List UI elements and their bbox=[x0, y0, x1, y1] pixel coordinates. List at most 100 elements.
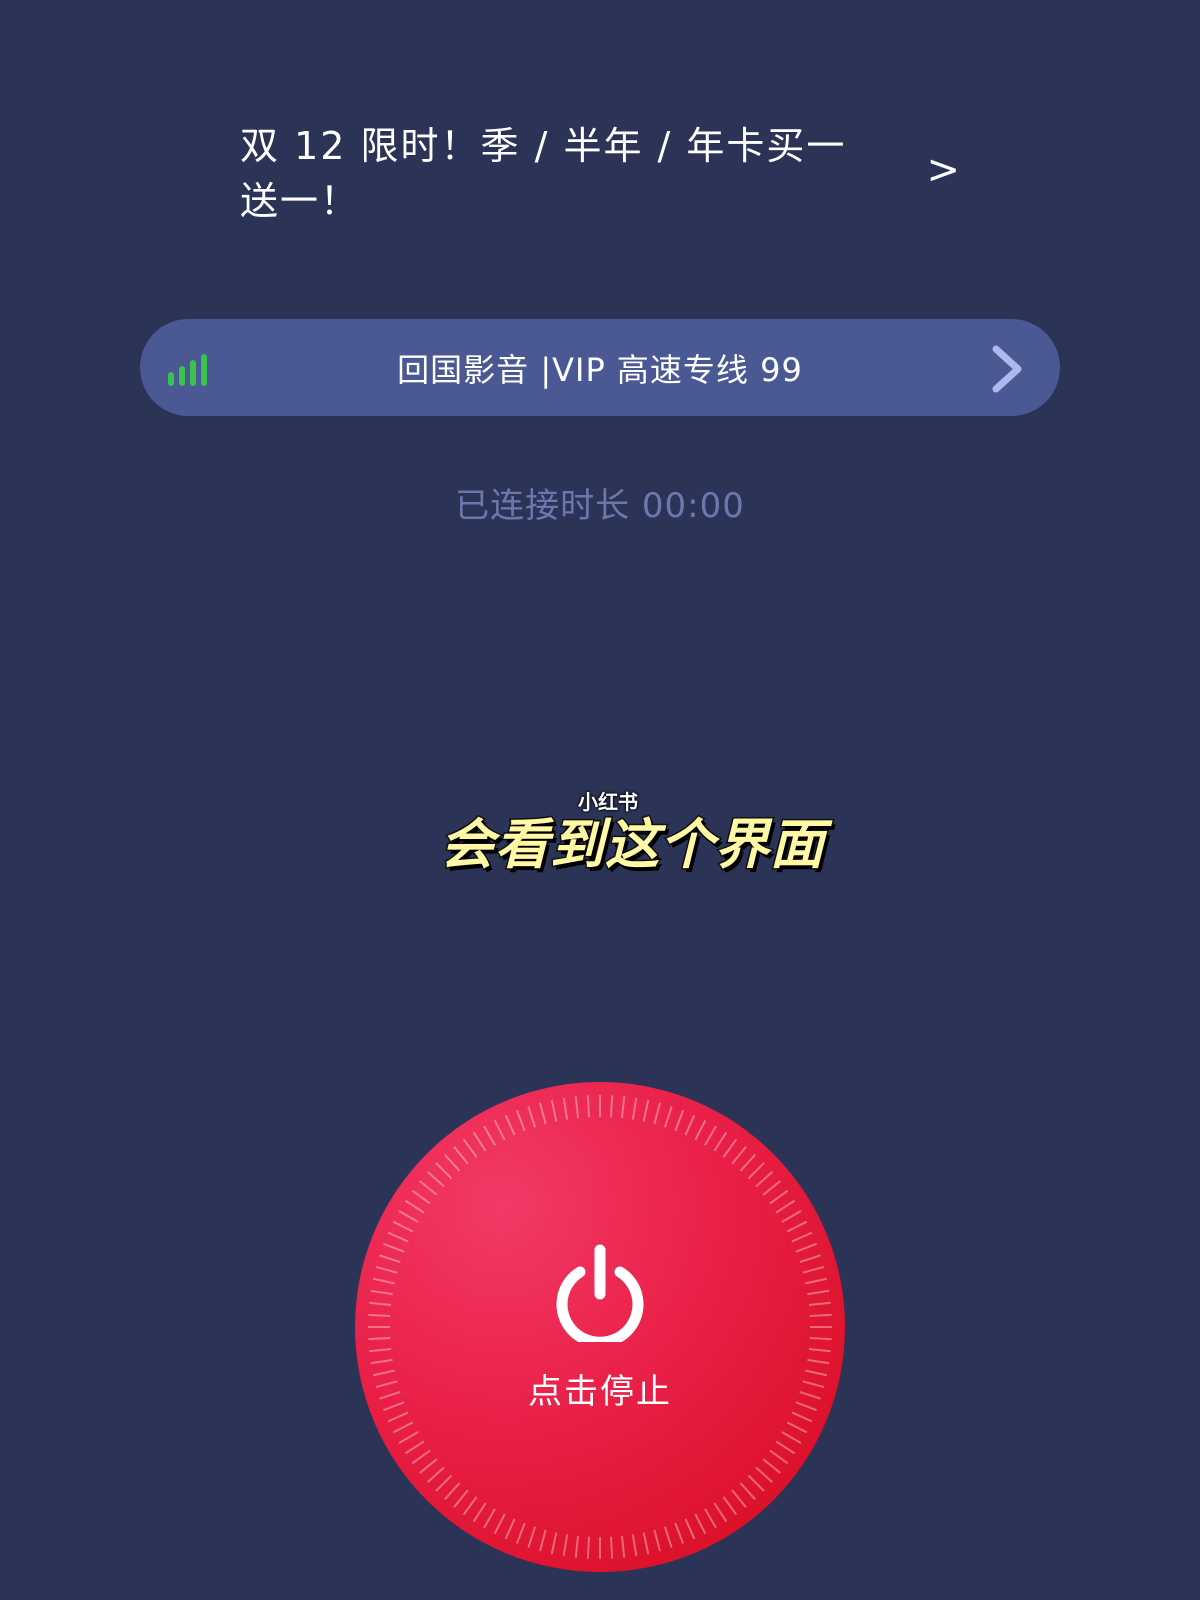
connection-duration: 已连接时长 00:00 bbox=[455, 486, 745, 526]
dial-tick bbox=[472, 1131, 487, 1152]
dial-tick bbox=[631, 1534, 638, 1557]
dial-tick bbox=[694, 1513, 707, 1535]
dial-tick bbox=[781, 1431, 802, 1444]
dial-tick bbox=[807, 1358, 830, 1365]
dial-tick bbox=[392, 1220, 414, 1233]
dial-tick bbox=[653, 1529, 662, 1552]
dial-tick bbox=[775, 1440, 796, 1455]
dial-tick bbox=[387, 1231, 409, 1243]
dial-tick bbox=[562, 1097, 569, 1120]
dial-tick bbox=[747, 1474, 765, 1492]
dial-tick bbox=[805, 1277, 828, 1285]
server-name: 回国影音 |VIP 高速专线 99 bbox=[397, 350, 803, 389]
dial-tick bbox=[653, 1102, 662, 1125]
dial-tick bbox=[538, 1102, 547, 1125]
dial-tick bbox=[694, 1119, 707, 1141]
caption-overlay: 会看到这个界面 bbox=[439, 812, 826, 878]
dial-tick bbox=[562, 1534, 569, 1557]
dial-tick bbox=[538, 1529, 547, 1552]
dial-tick bbox=[504, 1114, 516, 1136]
dial-tick bbox=[809, 1336, 832, 1341]
dial-tick bbox=[453, 1489, 469, 1508]
dial-tick bbox=[663, 1106, 673, 1128]
dial-tick bbox=[368, 1336, 391, 1341]
promo-banner[interactable]: 双 12 限时！季 / 半年 / 年卡买一送一！ > bbox=[240, 124, 960, 223]
dial-tick bbox=[515, 1110, 526, 1132]
dial-tick bbox=[444, 1153, 461, 1172]
dial-tick bbox=[684, 1518, 696, 1540]
dial-tick bbox=[387, 1411, 409, 1423]
dial-tick bbox=[791, 1411, 813, 1423]
dial-tick bbox=[704, 1125, 717, 1146]
dial-tick bbox=[762, 1458, 781, 1474]
dial-tick bbox=[515, 1522, 526, 1544]
dial-tick bbox=[808, 1301, 831, 1307]
dial-tick bbox=[453, 1146, 469, 1165]
server-selector[interactable]: 回国影音 |VIP 高速专线 99 bbox=[140, 319, 1060, 416]
power-button-label: 点击停止 bbox=[528, 1372, 672, 1412]
dial-tick bbox=[762, 1180, 781, 1196]
dial-tick bbox=[370, 1289, 393, 1296]
dial-tick bbox=[769, 1449, 789, 1465]
dial-tick bbox=[504, 1518, 516, 1540]
dial-tick bbox=[493, 1119, 506, 1141]
dial-tick bbox=[795, 1242, 817, 1253]
dial-tick bbox=[411, 1449, 431, 1465]
dial-tick bbox=[731, 1146, 747, 1165]
dial-tick bbox=[786, 1421, 808, 1434]
dial-tick bbox=[731, 1489, 747, 1508]
dial-tick bbox=[383, 1242, 405, 1253]
chevron-right-icon bbox=[992, 345, 1022, 393]
dial-tick bbox=[527, 1106, 537, 1128]
dial-tick bbox=[483, 1508, 496, 1529]
dial-tick bbox=[620, 1535, 626, 1558]
dial-tick bbox=[419, 1180, 438, 1196]
dial-tick bbox=[574, 1096, 580, 1119]
dial-tick bbox=[791, 1231, 813, 1243]
dial-tick bbox=[398, 1210, 419, 1223]
dial-tick bbox=[426, 1171, 445, 1188]
dial-tick bbox=[739, 1482, 756, 1501]
dial-tick bbox=[369, 1347, 392, 1353]
dial-tick bbox=[370, 1358, 393, 1365]
dial-tick bbox=[775, 1199, 796, 1214]
dial-tick bbox=[462, 1496, 478, 1516]
dial-tick bbox=[739, 1153, 756, 1172]
dial-tick bbox=[704, 1508, 717, 1529]
dial-tick bbox=[747, 1162, 765, 1180]
dial-tick bbox=[755, 1171, 774, 1188]
dial-tick bbox=[375, 1265, 398, 1274]
dial-tick bbox=[483, 1125, 496, 1146]
dial-tick bbox=[493, 1513, 506, 1535]
dial-tick bbox=[713, 1131, 728, 1152]
dial-tick bbox=[684, 1114, 696, 1136]
dial-tick bbox=[462, 1138, 478, 1158]
dial-tick bbox=[609, 1536, 614, 1559]
dial-tick bbox=[574, 1535, 580, 1558]
dial-tick bbox=[527, 1526, 537, 1548]
dial-tick bbox=[411, 1189, 431, 1205]
dial-tick bbox=[550, 1532, 558, 1555]
power-button-face: 点击停止 bbox=[355, 1082, 845, 1572]
dial-tick bbox=[392, 1421, 414, 1434]
dial-tick bbox=[781, 1210, 802, 1223]
dial-tick bbox=[786, 1220, 808, 1233]
dial-tick bbox=[722, 1496, 738, 1516]
dial-tick bbox=[550, 1099, 558, 1122]
dial-tick bbox=[435, 1474, 453, 1492]
dial-tick bbox=[642, 1099, 650, 1122]
dial-tick bbox=[807, 1289, 830, 1296]
dial-tick bbox=[631, 1097, 638, 1120]
dial-tick bbox=[674, 1522, 685, 1544]
promo-arrow-icon: > bbox=[926, 147, 960, 193]
dial-tick bbox=[802, 1265, 825, 1274]
dial-tick bbox=[404, 1440, 425, 1455]
dial-tick bbox=[663, 1526, 673, 1548]
dial-tick bbox=[372, 1277, 395, 1285]
dial-tick bbox=[609, 1095, 614, 1118]
dial-tick bbox=[369, 1301, 392, 1307]
dial-tick bbox=[368, 1313, 391, 1318]
power-stop-button[interactable]: 点击停止 bbox=[355, 1082, 845, 1572]
dial-tick bbox=[472, 1502, 487, 1523]
dial-tick bbox=[426, 1466, 445, 1483]
